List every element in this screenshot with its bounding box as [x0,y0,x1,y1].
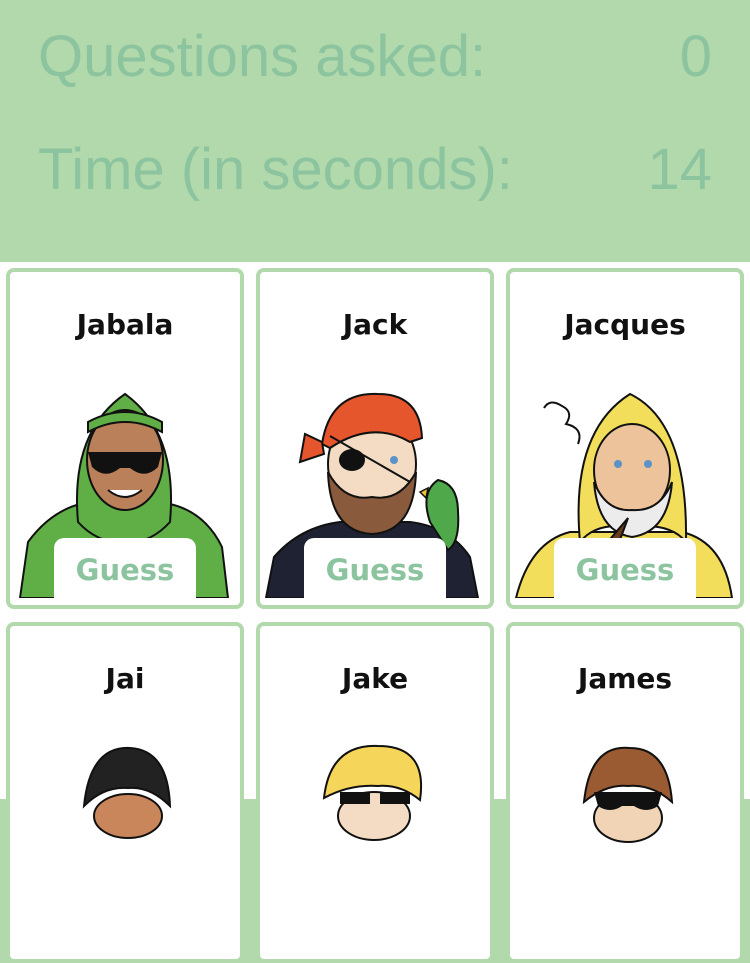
character-name: Jack [342,308,408,341]
time-value: 14 [647,137,712,202]
questions-asked-row: Questions asked: 0 [38,22,712,92]
character-card-jake: Jake [256,622,494,963]
time-label: Time (in seconds): [38,137,513,202]
time-row: Time (in seconds): 14 [38,135,712,205]
character-card-james: James [506,622,744,963]
guess-button[interactable]: Guess [54,538,196,598]
blonde-glasses-portrait-icon [322,744,423,841]
character-name: Jabala [76,308,174,341]
dark-hair-portrait-icon [82,746,172,839]
character-name: James [577,662,673,695]
character-grid: Jabala Guess Jack Guess Jacques Guess Ja… [0,262,750,963]
character-name: Jai [105,662,145,695]
character-card-jacques: Jacques Guess [506,268,744,609]
character-name: Jacques [564,308,686,341]
character-card-jai: Jai [6,622,244,963]
guess-button[interactable]: Guess [304,538,446,598]
questions-asked-value: 0 [679,24,712,89]
sunglasses-brown-hair-portrait-icon [582,746,674,843]
questions-asked-label: Questions asked: [38,24,487,89]
character-card-jabala: Jabala Guess [6,268,244,609]
character-name: Jake [341,662,409,695]
stats-header: Questions asked: 0 Time (in seconds): 14 [0,0,750,262]
guess-button[interactable]: Guess [554,538,696,598]
character-card-jack: Jack Guess [256,268,494,609]
